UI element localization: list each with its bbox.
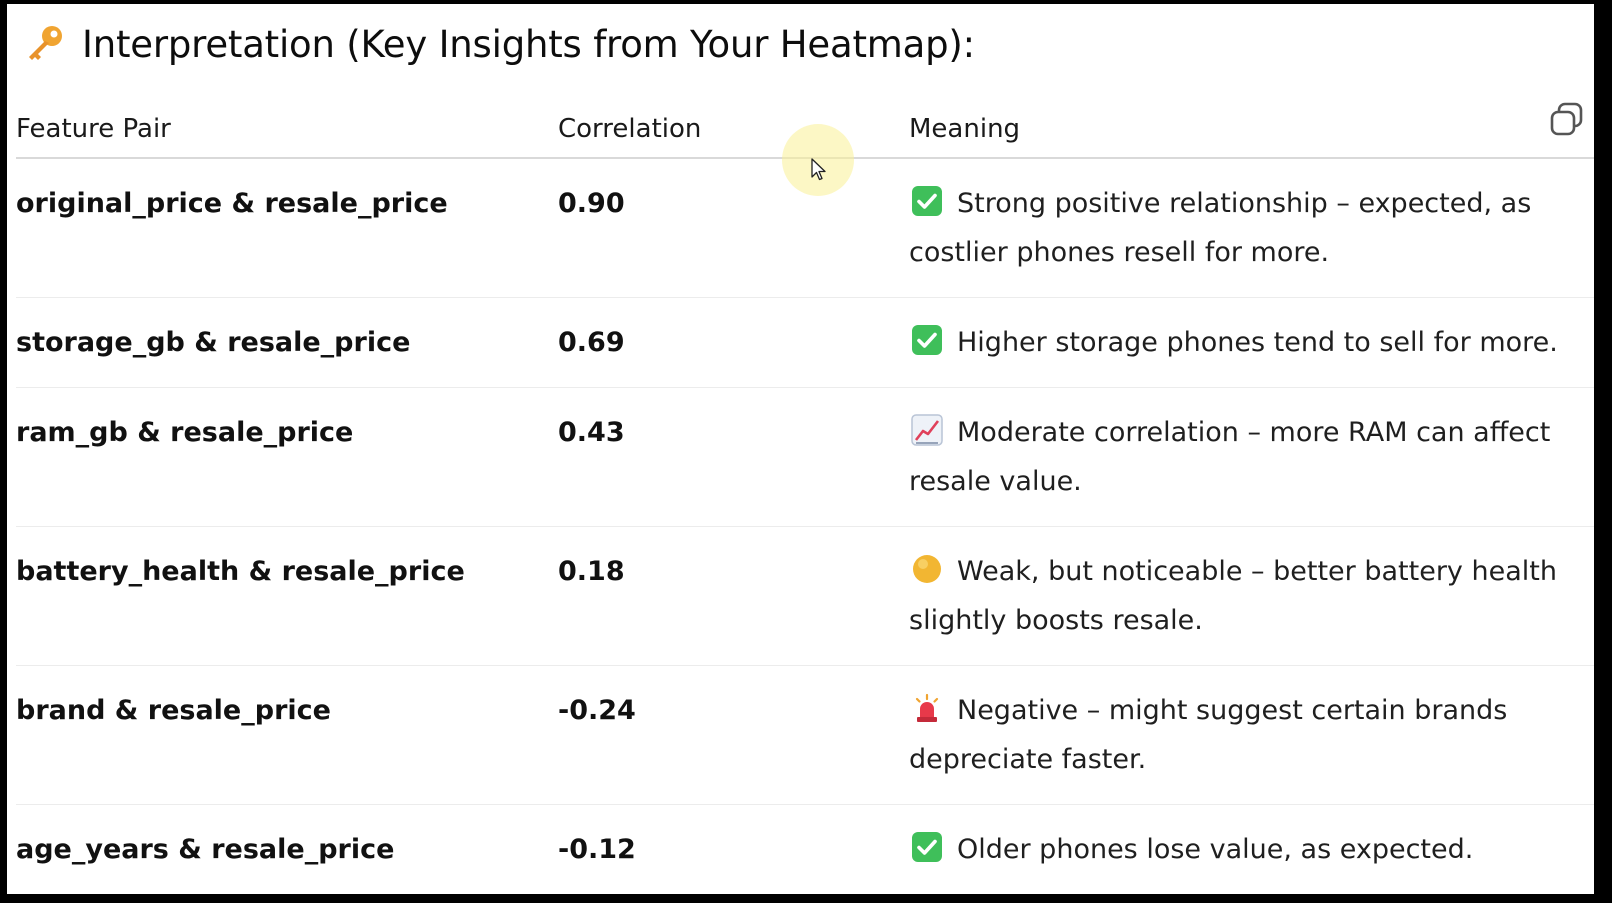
- table-header-row: Feature Pair Correlation Meaning: [16, 100, 1594, 159]
- feature-pair-cell: ram_gb & resale_price: [16, 387, 558, 527]
- meaning-cell: Negative – might suggest certain brands …: [909, 665, 1594, 805]
- meaning-text: Older phones lose value, as expected.: [957, 834, 1474, 865]
- feature-pair-cell: original_price & resale_price: [16, 158, 558, 298]
- meaning-text: Strong positive relationship – expected,…: [909, 188, 1532, 268]
- feature-pair-cell: brand & resale_price: [16, 665, 558, 805]
- meaning-text: Weak, but noticeable – better battery he…: [909, 556, 1557, 636]
- siren-light-icon: [911, 692, 943, 724]
- chart-increasing-icon: [911, 414, 943, 446]
- correlation-cell: -0.12: [558, 804, 909, 894]
- correlation-cell: -0.24: [558, 665, 909, 805]
- feature-pair-cell: storage_gb & resale_price: [16, 297, 558, 388]
- check-mark-icon: [911, 831, 943, 863]
- content-panel: Interpretation (Key Insights from Your H…: [7, 4, 1594, 894]
- correlation-cell: 0.18: [558, 526, 909, 666]
- correlation-cell: 0.90: [558, 158, 909, 298]
- meaning-cell: Higher storage phones tend to sell for m…: [909, 297, 1594, 388]
- table-row: age_years & resale_price -0.12 Older pho…: [16, 804, 1594, 894]
- table-row: ram_gb & resale_price 0.43 Moderate corr…: [16, 387, 1594, 527]
- insights-table: Feature Pair Correlation Meaning origina…: [16, 100, 1594, 894]
- section-heading-text: Interpretation (Key Insights from Your H…: [82, 22, 975, 66]
- meaning-cell: Weak, but noticeable – better battery he…: [909, 526, 1594, 666]
- table-row: battery_health & resale_price 0.18 Weak,…: [16, 526, 1594, 666]
- yellow-circle-icon: [911, 553, 943, 585]
- correlation-cell: 0.69: [558, 297, 909, 388]
- meaning-cell: Moderate correlation – more RAM can affe…: [909, 387, 1594, 527]
- table-row: original_price & resale_price 0.90 Stron…: [16, 158, 1594, 298]
- correlation-cell: 0.43: [558, 387, 909, 527]
- column-header-correlation: Correlation: [558, 100, 909, 159]
- key-icon: [22, 22, 66, 66]
- section-heading: Interpretation (Key Insights from Your H…: [22, 16, 975, 72]
- meaning-cell: Older phones lose value, as expected.: [909, 804, 1594, 894]
- table-row: brand & resale_price -0.24 Negative – mi…: [16, 665, 1594, 805]
- meaning-text: Negative – might suggest certain brands …: [909, 695, 1508, 775]
- check-mark-icon: [911, 185, 943, 217]
- check-mark-icon: [911, 324, 943, 356]
- column-header-feature-pair: Feature Pair: [16, 100, 558, 159]
- feature-pair-cell: battery_health & resale_price: [16, 526, 558, 666]
- feature-pair-cell: age_years & resale_price: [16, 804, 558, 894]
- meaning-text: Higher storage phones tend to sell for m…: [957, 327, 1558, 358]
- table-row: storage_gb & resale_price 0.69 Higher st…: [16, 297, 1594, 388]
- column-header-meaning: Meaning: [909, 100, 1594, 159]
- meaning-text: Moderate correlation – more RAM can affe…: [909, 417, 1551, 497]
- meaning-cell: Strong positive relationship – expected,…: [909, 158, 1594, 298]
